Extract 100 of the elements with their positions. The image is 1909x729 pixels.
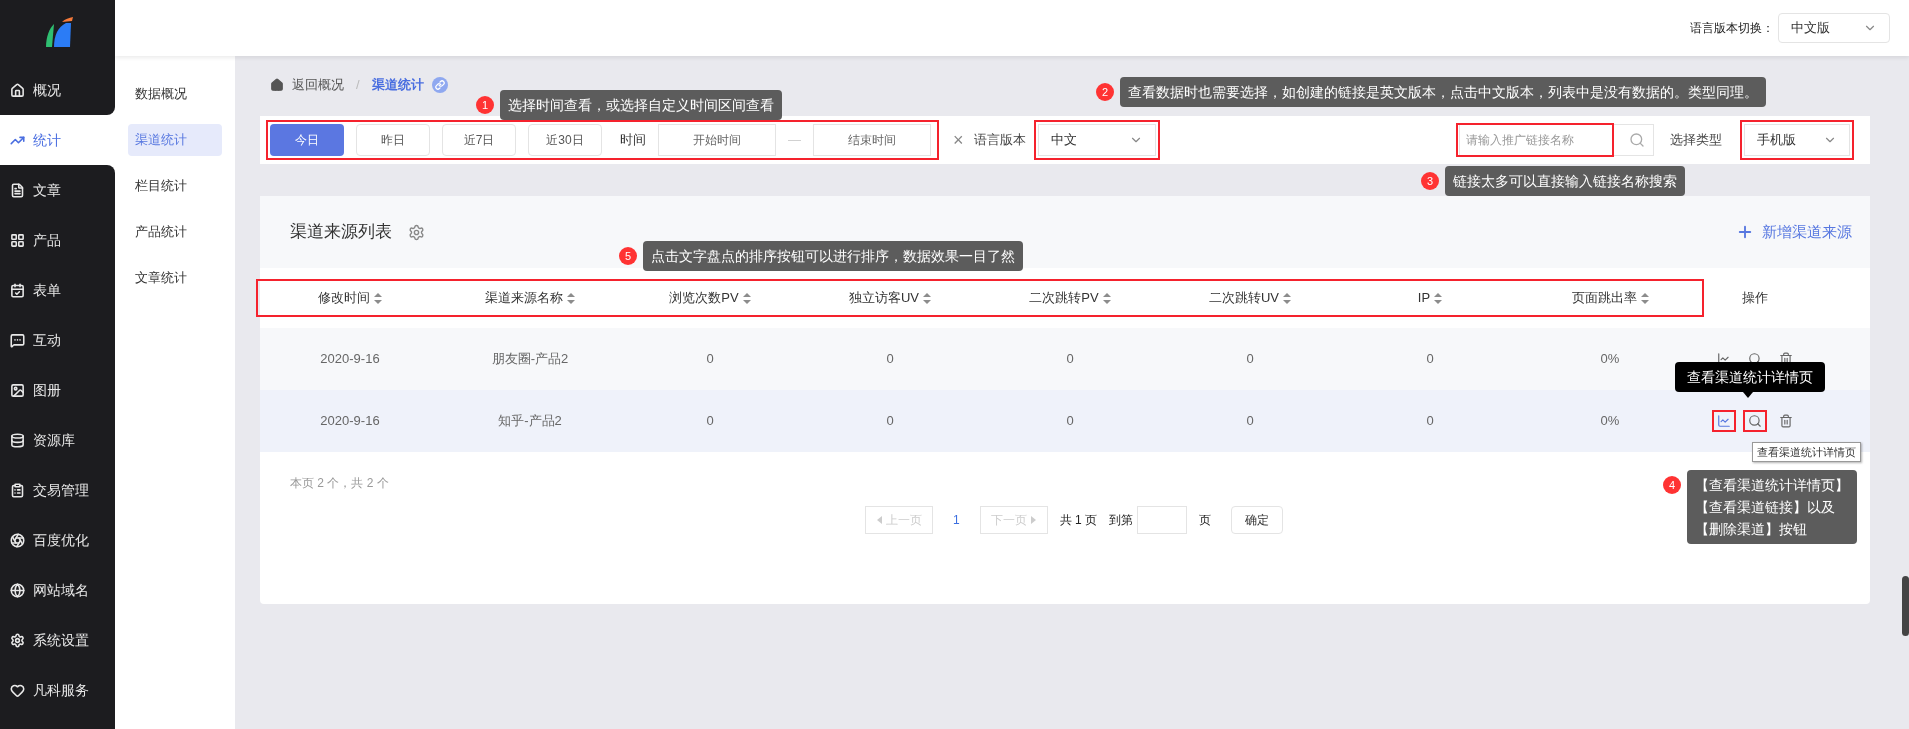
page-number-field[interactable] xyxy=(1137,506,1188,534)
column-header[interactable]: 修改时间 xyxy=(260,288,440,308)
sidebar-item[interactable]: 文章 xyxy=(0,165,115,215)
goto-label: 到第 xyxy=(1109,512,1134,529)
clipboard-icon xyxy=(10,482,25,498)
sort-icon[interactable] xyxy=(742,292,751,304)
grid-icon xyxy=(10,232,25,248)
native-tooltip: 查看渠道统计详情页 xyxy=(1752,442,1861,462)
confirm-button[interactable]: 确定 xyxy=(1231,506,1284,534)
start-time-field[interactable]: 开始时间 xyxy=(658,124,776,156)
subnav-item[interactable]: 数据概况 xyxy=(128,78,222,110)
table-cell-text: 0 xyxy=(1245,350,1255,369)
tooltip-pointer-icon xyxy=(1743,392,1753,398)
date-range-button[interactable]: 近7日 xyxy=(442,124,516,156)
sidebar-item[interactable]: 产品 xyxy=(0,215,115,265)
table-cell-text: 0 xyxy=(705,412,715,431)
triangle-right-icon xyxy=(1031,516,1037,524)
sort-icon[interactable] xyxy=(1434,292,1443,304)
language-version-label: 语言版本 xyxy=(973,131,1026,150)
date-range-button[interactable]: 昨日 xyxy=(356,124,430,156)
table-title: 渠道来源列表 xyxy=(290,221,392,244)
table-cell-text: 朋友圈-产品2 xyxy=(490,350,570,369)
sort-icon[interactable] xyxy=(1640,292,1649,304)
total-pages: 共 1 页 xyxy=(1059,512,1098,529)
table-cell-text: 0 xyxy=(1425,412,1435,431)
subnav-item[interactable]: 渠道统计 xyxy=(128,124,222,156)
type-label: 选择类型 xyxy=(1670,131,1722,150)
breadcrumb-current: 渠道统计 xyxy=(371,76,424,95)
sidebar-item[interactable]: 图册 xyxy=(0,365,115,415)
range-dash: — xyxy=(788,131,801,150)
column-header[interactable]: 二次跳转PV xyxy=(980,288,1160,308)
sort-icon[interactable] xyxy=(374,292,382,304)
search-field[interactable]: 请输入推广链接名称 xyxy=(1459,124,1654,156)
sort-icon[interactable] xyxy=(567,292,575,304)
annotation-callout: 链接太多可以直接输入链接名称搜索 xyxy=(1445,166,1685,196)
column-header[interactable]: 独立访客UV xyxy=(800,288,980,308)
document-icon xyxy=(10,182,25,198)
scrollbar-thumb[interactable] xyxy=(1902,576,1909,636)
settings-icon[interactable] xyxy=(408,223,425,241)
subnav-item[interactable]: 栏目统计 xyxy=(128,170,222,202)
annotation-callout: 选择时间查看，或选择自定义时间区间查看 xyxy=(500,90,782,120)
sidebar-item[interactable]: 凡科服务 xyxy=(0,665,115,715)
table-cell-text: 0 xyxy=(1065,350,1075,369)
time-label: 时间 xyxy=(620,131,646,150)
language-select[interactable]: 中文版 xyxy=(1778,13,1890,43)
aperture-icon xyxy=(10,532,25,548)
sidebar-item[interactable]: 网站域名 xyxy=(0,565,115,615)
sidebar-item[interactable]: 表单 xyxy=(0,265,115,315)
table-cell-text: 知乎-产品2 xyxy=(497,412,563,431)
table-cell-text: 0% xyxy=(1599,350,1621,369)
home-icon xyxy=(270,78,284,92)
heart-icon xyxy=(10,682,25,698)
add-channel-link[interactable]: 新增渠道来源 xyxy=(1736,220,1852,244)
column-header[interactable]: 渠道来源名称 xyxy=(440,288,620,308)
annotation-badge: 2 xyxy=(1096,83,1114,101)
column-header[interactable]: 二次跳转UV xyxy=(1160,288,1340,308)
annotation-line: 【删除渠道】按钮 xyxy=(1695,520,1808,539)
sort-icon[interactable] xyxy=(923,292,932,304)
triangle-left-icon xyxy=(876,516,882,524)
database-icon xyxy=(10,432,25,448)
table-cell-text: 0 xyxy=(1425,350,1435,369)
plus-icon xyxy=(1736,223,1754,241)
page-summary: 本页 2 个，共 2 个 xyxy=(290,476,389,490)
table-cell-text: 0 xyxy=(705,350,715,369)
annotation-line: 【查看渠道统计详情页】 xyxy=(1695,476,1849,495)
page-unit-label: 页 xyxy=(1199,512,1212,529)
table-cell-text: 0 xyxy=(1245,412,1255,431)
sidebar-item[interactable]: 交易管理 xyxy=(0,465,115,515)
link-icon[interactable] xyxy=(431,77,448,93)
sort-icon[interactable] xyxy=(1283,292,1292,304)
sidebar-item[interactable]: 互动 xyxy=(0,315,115,365)
sidebar-item[interactable]: 百度优化 xyxy=(0,515,115,565)
clear-button[interactable]: × xyxy=(953,131,964,149)
chat-icon xyxy=(10,332,25,348)
annotation-callout: 查看数据时也需要选择，如创建的链接是英文版本，点击中文版本，列表中是没有数据的。类型同理。 xyxy=(1120,77,1766,107)
date-range-button[interactable]: 今日 xyxy=(270,124,344,156)
date-range-button[interactable]: 近30日 xyxy=(528,124,602,156)
end-time-field[interactable]: 结束时间 xyxy=(813,124,931,156)
sidebar-item[interactable]: 概况 xyxy=(0,65,115,115)
subnav-item[interactable]: 产品统计 xyxy=(128,216,222,248)
column-header[interactable]: 页面跳出率 xyxy=(1520,288,1700,308)
table-cell-text: 2020-9-16 xyxy=(319,350,381,369)
sidebar-item[interactable]: 系统设置 xyxy=(0,615,115,665)
calendar-icon xyxy=(10,282,25,298)
settings-icon xyxy=(10,632,25,648)
table-cell-text: 0 xyxy=(885,412,895,431)
subnav-item[interactable]: 文章统计 xyxy=(128,262,222,294)
globe-icon xyxy=(10,582,25,598)
page-number[interactable]: 1 xyxy=(945,511,968,529)
image-icon xyxy=(10,382,25,398)
annotation-line: 【查看渠道链接】以及 xyxy=(1695,498,1836,517)
sidebar-item[interactable]: 资源库 xyxy=(0,415,115,465)
annotation-callout: 点击文字盘点的排序按钮可以进行排序，数据效果一目了然 xyxy=(643,241,1023,271)
home-icon xyxy=(10,82,25,98)
annotation-badge: 3 xyxy=(1421,172,1439,190)
breadcrumb-separator: / xyxy=(356,76,360,95)
column-header[interactable]: 浏览次数PV xyxy=(620,288,800,308)
column-header[interactable]: IP xyxy=(1340,288,1520,308)
sort-icon[interactable] xyxy=(1102,292,1111,304)
breadcrumb-back-link[interactable]: 返回概况 xyxy=(292,75,344,95)
